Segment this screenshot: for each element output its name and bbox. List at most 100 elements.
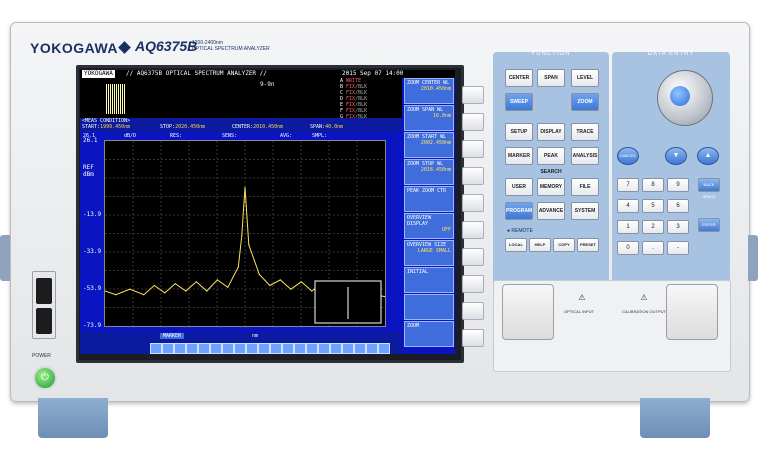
function-key-user[interactable]: USER bbox=[505, 178, 533, 196]
function-key-sweep[interactable]: SWEEP bbox=[505, 93, 533, 111]
function-key-file[interactable]: FILE bbox=[571, 178, 599, 196]
bottom-tool-button[interactable] bbox=[366, 343, 378, 354]
measurement-condition: <MEAS CONDITION> START:1999.450nm STOP:2… bbox=[80, 118, 402, 132]
function-key-display[interactable]: DISPLAY bbox=[537, 123, 565, 141]
bezel-key-9[interactable] bbox=[462, 302, 484, 320]
function-key-copy[interactable]: COPY bbox=[553, 238, 575, 252]
bottom-tool-button[interactable] bbox=[162, 343, 174, 354]
bottom-tool-button[interactable] bbox=[150, 343, 162, 354]
optical-input-connector[interactable] bbox=[502, 284, 554, 340]
bottom-tool-button[interactable] bbox=[210, 343, 222, 354]
down-arrow-button[interactable]: ▼ bbox=[665, 147, 687, 165]
bottom-tool-button[interactable] bbox=[306, 343, 318, 354]
function-key-local[interactable]: LOCAL bbox=[505, 238, 527, 252]
function-key-level[interactable]: LEVEL bbox=[571, 69, 599, 87]
bottom-tool-button[interactable] bbox=[378, 343, 390, 354]
warning-icon-2: ⚠ bbox=[640, 293, 648, 302]
bezel-key-6[interactable] bbox=[462, 221, 484, 239]
softkey-8[interactable]: INITIAL bbox=[404, 267, 454, 293]
numeric-key[interactable]: 2 bbox=[642, 220, 664, 234]
function-key-memory[interactable]: MEMORY bbox=[537, 178, 565, 196]
marker-indicator: MARKER bbox=[160, 333, 185, 339]
bottom-tool-button[interactable] bbox=[222, 343, 234, 354]
usb-port-2[interactable] bbox=[36, 308, 52, 334]
softkey-1[interactable]: ZOOM CENTER WL 2010.450nm bbox=[404, 78, 454, 104]
softkey-6[interactable]: OVERVIEW DISPLAY OFF bbox=[404, 213, 454, 239]
up-arrow-button[interactable]: ▲ bbox=[697, 147, 719, 165]
softkey-3[interactable]: ZOOM START WL 2002.450nm bbox=[404, 132, 454, 158]
softkey-5[interactable]: PEAK ZOOM CTR bbox=[404, 186, 454, 212]
function-key-program[interactable]: PROGRAM bbox=[505, 202, 533, 220]
bottom-tool-button[interactable] bbox=[258, 343, 270, 354]
function-key-peak-search[interactable]: PEAK SEARCH bbox=[537, 147, 565, 175]
optical-input-label: OPTICAL INPUT bbox=[563, 309, 595, 314]
function-key-advance[interactable]: ADVANCE bbox=[537, 202, 565, 220]
cancel-button[interactable]: CANCEL bbox=[617, 147, 639, 165]
function-key-preset[interactable]: PRESET bbox=[577, 238, 599, 252]
function-key-setup[interactable]: SETUP bbox=[505, 123, 533, 141]
function-key-zoom[interactable]: ZOOM bbox=[571, 93, 599, 111]
function-key-trace[interactable]: TRACE bbox=[571, 123, 599, 141]
softkey-7[interactable]: OVERVIEW SIZE LARGE SMALL bbox=[404, 240, 454, 266]
numeric-key[interactable]: . bbox=[642, 241, 664, 255]
bezel-key-7[interactable] bbox=[462, 248, 484, 266]
bottom-tool-button[interactable] bbox=[198, 343, 210, 354]
bezel-key-3[interactable] bbox=[462, 140, 484, 158]
back-space-key[interactable]: BACK SPACE bbox=[698, 178, 720, 199]
numeric-key[interactable]: 5 bbox=[642, 199, 664, 213]
bottom-tool-button[interactable] bbox=[246, 343, 258, 354]
function-key-analysis[interactable]: ANALYSIS bbox=[571, 147, 599, 165]
enter-key[interactable]: ENTER bbox=[698, 218, 720, 232]
trace-point bbox=[129, 288, 131, 290]
bottom-tool-button[interactable] bbox=[342, 343, 354, 354]
bezel-key-10[interactable] bbox=[462, 329, 484, 347]
screen-topbar: YOKOGAWA // AQ6375B OPTICAL SPECTRUM ANA… bbox=[80, 70, 455, 78]
numeric-key[interactable]: 8 bbox=[642, 178, 664, 192]
remote-label: ● REMOTE bbox=[507, 228, 533, 234]
knob-grip bbox=[670, 86, 690, 106]
softkey-4[interactable]: ZOOM STOP WL 2018.450nm bbox=[404, 159, 454, 185]
numeric-key[interactable]: - bbox=[667, 241, 689, 255]
bottom-tool-button[interactable] bbox=[186, 343, 198, 354]
calibration-output-connector[interactable] bbox=[666, 284, 718, 340]
numeric-key[interactable]: 4 bbox=[617, 199, 639, 213]
function-key-help[interactable]: HELP bbox=[529, 238, 551, 252]
ref-label: REF bbox=[83, 164, 94, 171]
trace-point bbox=[241, 234, 243, 237]
bottom-tool-button[interactable] bbox=[282, 343, 294, 354]
power-button[interactable]: ⏻ bbox=[33, 366, 57, 390]
bezel-key-4[interactable] bbox=[462, 167, 484, 185]
softkey-2[interactable]: ZOOM SPAN WL 16.0nm bbox=[404, 105, 454, 131]
numeric-key[interactable]: 1 bbox=[617, 220, 639, 234]
bezel-key-8[interactable] bbox=[462, 275, 484, 293]
bezel-softkey-buttons bbox=[462, 68, 484, 358]
spectrum-plot[interactable] bbox=[104, 140, 386, 327]
numeric-key[interactable]: 0 bbox=[617, 241, 639, 255]
bottom-tool-button[interactable] bbox=[234, 343, 246, 354]
function-key-span[interactable]: SPAN bbox=[537, 69, 565, 87]
bottom-tool-button[interactable] bbox=[318, 343, 330, 354]
trace-point bbox=[311, 290, 313, 292]
warning-icon: ⚠ bbox=[578, 293, 586, 302]
function-key-center[interactable]: CENTER bbox=[505, 69, 533, 87]
numeric-key[interactable]: 3 bbox=[667, 220, 689, 234]
trace-point bbox=[216, 279, 218, 281]
bezel-key-1[interactable] bbox=[462, 86, 484, 104]
bezel-key-2[interactable] bbox=[462, 113, 484, 131]
numeric-key[interactable]: 7 bbox=[617, 178, 639, 192]
numeric-key[interactable]: 9 bbox=[667, 178, 689, 192]
usb-port-1[interactable] bbox=[36, 278, 52, 304]
bezel-key-5[interactable] bbox=[462, 194, 484, 212]
bottom-tool-button[interactable] bbox=[174, 343, 186, 354]
numeric-key[interactable]: 6 bbox=[667, 199, 689, 213]
softkey-10[interactable]: ZOOM bbox=[404, 321, 454, 347]
bottom-tool-button[interactable] bbox=[270, 343, 282, 354]
bottom-tool-button[interactable] bbox=[330, 343, 342, 354]
bottom-tool-button[interactable] bbox=[294, 343, 306, 354]
bottom-tool-button[interactable] bbox=[354, 343, 366, 354]
y-tick-label: -53.9 bbox=[83, 285, 102, 292]
function-key-system[interactable]: SYSTEM bbox=[571, 202, 599, 220]
softkey-9[interactable] bbox=[404, 294, 454, 320]
trace-point bbox=[279, 279, 281, 281]
function-key-marker[interactable]: MARKER bbox=[505, 147, 533, 165]
